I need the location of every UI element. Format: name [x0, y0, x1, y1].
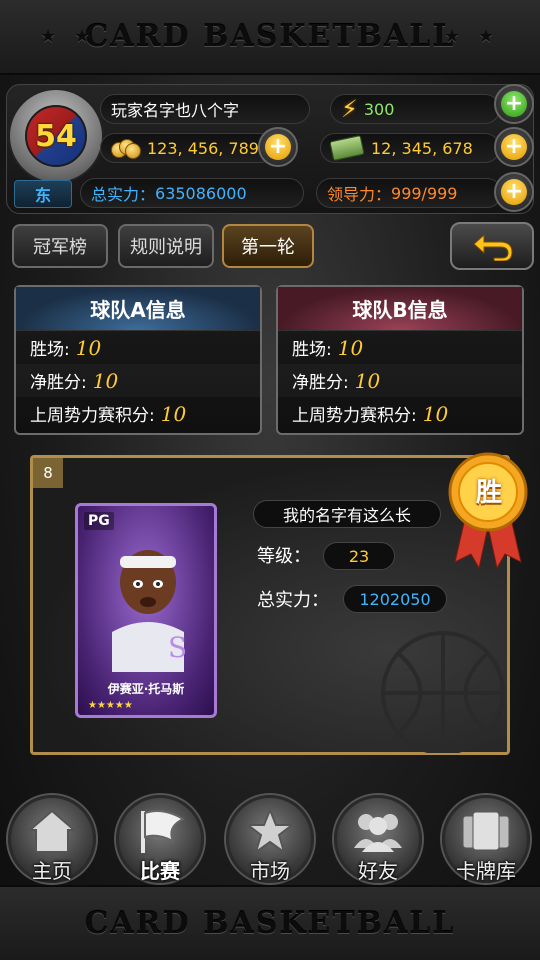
basketball-watermark-icon	[381, 631, 505, 753]
leadership-label: 领导力：	[327, 185, 392, 204]
match-card[interactable]: 8 PG S 伊赛亚·托马斯 ★★★★★ 我的名字有这么长 等级： 23 总实力…	[30, 455, 510, 755]
leadership-field: 领导力： 999/999	[316, 178, 502, 208]
region-tag: 东	[14, 180, 72, 208]
friends-icon	[354, 813, 402, 852]
power-value: 1202050	[359, 589, 431, 609]
team-a-title: 球队A信息	[16, 287, 260, 331]
nav-friends-label: 好友	[358, 859, 398, 883]
player-star-rating: ★★★★★	[88, 700, 133, 711]
nav-market-label: 市场	[250, 859, 290, 883]
game-title-footer: CARD BASKETBALL	[84, 906, 456, 941]
coins-icon	[111, 137, 141, 159]
back-button[interactable]	[450, 222, 534, 270]
back-arrow-icon	[473, 233, 513, 261]
lightning-icon: ⚡	[341, 95, 358, 123]
svg-text:S: S	[168, 631, 187, 664]
cash-field: 12, 345, 678	[320, 133, 500, 163]
power-value-pill: 1202050	[343, 585, 447, 613]
nav-match-label: 比赛	[140, 859, 180, 883]
star-icon	[245, 807, 295, 855]
team-b-title: 球队B信息	[278, 287, 522, 331]
team-b-panel: 球队B信息 胜场: 10 净胜分: 10 上周势力赛积分: 10	[276, 285, 524, 435]
team-a-panel: 球队A信息 胜场: 10 净胜分: 10 上周势力赛积分: 10	[14, 285, 262, 435]
gold-value: 123, 456, 789	[147, 138, 259, 158]
add-cash-button[interactable]: +	[494, 127, 534, 167]
total-power-field: 总实力： 635086000	[80, 178, 304, 208]
player-name: 玩家名字也八个字	[111, 101, 240, 120]
cash-value: 12, 345, 678	[371, 138, 473, 158]
level-value-pill: 23	[323, 542, 395, 570]
win-result-text: 胜	[475, 478, 502, 508]
tab-round-one[interactable]: 第一轮	[222, 224, 314, 268]
energy-field: ⚡ 300	[330, 94, 500, 124]
plus-icon: +	[501, 134, 527, 160]
row-value: 10	[422, 401, 449, 426]
stars-left-decoration: ★ ★	[40, 26, 96, 47]
team-b-row-wins: 胜场: 10	[278, 331, 522, 364]
tab-champion-board[interactable]: 冠军榜	[12, 224, 108, 268]
row-label: 净胜分:	[30, 373, 87, 393]
opponent-name: 我的名字有这么长	[282, 506, 411, 525]
power-label: 总实力：	[257, 590, 329, 611]
win-medal-icon	[448, 452, 528, 570]
energy-value: 300	[363, 99, 395, 119]
bottom-banner: CARD BASKETBALL	[0, 885, 540, 960]
top-banner: ★ ★ CARD BASKETBALL ★ ★	[0, 0, 540, 75]
level-value: 23	[348, 546, 370, 566]
row-label: 上周势力赛积分:	[30, 406, 155, 426]
plus-icon: +	[265, 134, 291, 160]
player-portrait-image: S	[112, 550, 187, 672]
add-gold-button[interactable]: +	[258, 127, 298, 167]
player-name-label: 伊赛亚·托马斯	[107, 682, 185, 696]
plus-icon: +	[501, 91, 527, 117]
team-b-row-net-points: 净胜分: 10	[278, 364, 522, 397]
home-icon	[27, 809, 77, 853]
row-value: 10	[337, 335, 364, 360]
leadership-value: 999/999	[391, 183, 458, 203]
cards-icon	[462, 811, 510, 851]
plus-icon: +	[501, 179, 527, 205]
flag-icon	[141, 809, 186, 853]
stars-right-decoration: ★ ★	[444, 26, 500, 47]
nav-card-library-label: 卡牌库	[456, 859, 516, 883]
team-b-row-weekly-score: 上周势力赛积分: 10	[278, 397, 522, 430]
row-label: 胜场:	[30, 340, 70, 360]
cash-icon	[329, 134, 365, 162]
team-a-row-wins: 胜场: 10	[16, 331, 260, 364]
add-leadership-button[interactable]: +	[494, 172, 534, 212]
level-badge[interactable]: 54	[10, 90, 102, 182]
row-value: 10	[92, 368, 119, 393]
total-power-label: 总实力：	[91, 185, 156, 204]
player-name-field: 玩家名字也八个字	[100, 94, 310, 124]
row-label: 净胜分:	[292, 373, 349, 393]
position-tag: PG	[84, 512, 114, 530]
row-label: 胜场:	[292, 340, 332, 360]
level-label: 等级：	[257, 546, 311, 567]
tab-rules[interactable]: 规则说明	[118, 224, 214, 268]
team-a-row-net-points: 净胜分: 10	[16, 364, 260, 397]
player-card[interactable]: PG S 伊赛亚·托马斯 ★★★★★	[75, 503, 217, 718]
match-number: 8	[33, 458, 63, 488]
row-value: 10	[160, 401, 187, 426]
opponent-name-pill: 我的名字有这么长	[253, 500, 441, 528]
game-title: CARD BASKETBALL	[84, 19, 456, 54]
total-power-value: 635086000	[155, 183, 247, 203]
team-a-row-weekly-score: 上周势力赛积分: 10	[16, 397, 260, 430]
row-value: 10	[75, 335, 102, 360]
row-value: 10	[354, 368, 381, 393]
add-energy-button[interactable]: +	[494, 84, 534, 124]
gold-field: 123, 456, 789	[100, 133, 275, 163]
row-label: 上周势力赛积分:	[292, 406, 417, 426]
nav-home-label: 主页	[32, 859, 72, 883]
level-number: 54	[25, 105, 87, 167]
